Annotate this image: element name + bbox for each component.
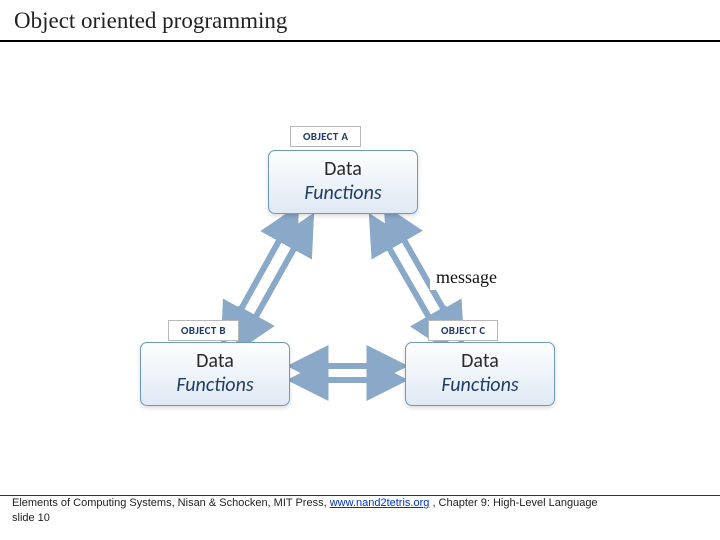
footer-prefix: Elements of Computing Systems, Nisan & S…	[12, 497, 330, 509]
object-c-label: OBJECT C	[428, 320, 498, 341]
object-c-functions: Functions	[406, 373, 554, 397]
object-b-data: Data	[141, 349, 289, 373]
title-divider	[0, 40, 720, 42]
page-title: Object oriented programming	[14, 8, 287, 34]
footer-suffix: , Chapter 9: High-Level Language	[432, 497, 597, 509]
object-a-data: Data	[269, 157, 417, 181]
oop-diagram: OBJECT A Data Functions OBJECT B Data Fu…	[150, 120, 580, 450]
object-a-box: Data Functions	[268, 150, 418, 214]
slide: Object oriented programming OBJECT A Dat…	[0, 0, 720, 540]
object-b-box: Data Functions	[140, 342, 290, 406]
object-a-functions: Functions	[269, 181, 417, 205]
object-b-label: OBJECT B	[168, 320, 239, 341]
object-b-functions: Functions	[141, 373, 289, 397]
footer-slide: slide 10	[12, 512, 50, 524]
object-c-data: Data	[406, 349, 554, 373]
message-label: message	[430, 265, 503, 290]
footer: Elements of Computing Systems, Nisan & S…	[12, 496, 708, 526]
object-a-label: OBJECT A	[290, 126, 361, 147]
object-c-box: Data Functions	[405, 342, 555, 406]
footer-link[interactable]: www.nand2tetris.org	[330, 497, 430, 509]
